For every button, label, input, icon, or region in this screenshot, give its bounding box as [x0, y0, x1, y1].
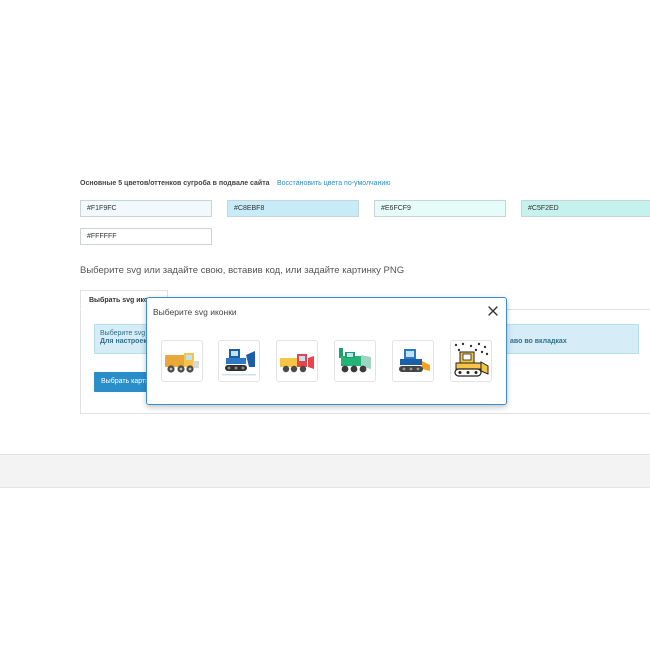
color-field-3[interactable]: #E6FCF9 — [374, 200, 506, 217]
color-field-5[interactable]: #FFFFFF — [80, 228, 212, 245]
color-field-4[interactable]: #C5F2ED — [521, 200, 650, 217]
blue-bulldozer-icon[interactable] — [218, 340, 260, 382]
info-text-line1: Выберите svg — [100, 330, 146, 337]
choose-picture-button[interactable]: Выбрать картинку — [94, 372, 154, 392]
colors-section-title: Основные 5 цветов/оттенков сугроба в под… — [80, 180, 270, 187]
color-field-2[interactable]: #C8EBF8 — [227, 200, 359, 217]
dump-truck-icon[interactable] — [161, 340, 203, 382]
blue-snow-tractor-icon[interactable] — [392, 340, 434, 382]
close-icon[interactable] — [487, 304, 499, 316]
footer — [0, 454, 650, 488]
color-field-1[interactable]: #F1F9FC — [80, 200, 212, 217]
restore-default-colors-link[interactable]: Восстановить цвета по-умолчанию — [277, 180, 391, 187]
yellow-snow-groomer-icon[interactable] — [450, 340, 492, 382]
info-text-right: аво во вкладках — [510, 338, 567, 345]
info-text-line2: Для настроек — [100, 338, 147, 345]
green-snow-blower-icon[interactable] — [334, 340, 376, 382]
red-snowplow-truck-icon[interactable] — [276, 340, 318, 382]
modal-title: Выберите svg иконки — [153, 307, 237, 317]
svg-section-heading: Выберите svg или задайте свою, вставив к… — [80, 265, 405, 276]
